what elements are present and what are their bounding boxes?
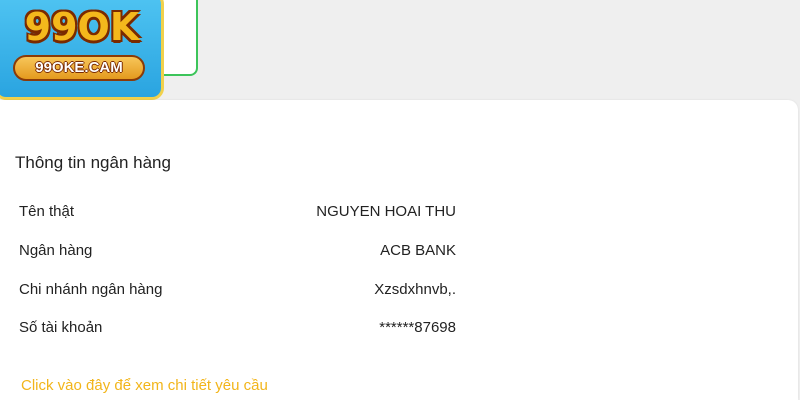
info-label: Ngân hàng (19, 242, 93, 259)
info-row-bank: Ngân hàng ACB BANK (19, 241, 456, 261)
bank-info-card: Thông tin ngân hàng Tên thật NGUYEN HOAI… (0, 100, 798, 400)
brand-logo[interactable]: 99OK 99OKE.CAM (0, 0, 164, 100)
logo-domain: 99OKE.CAM (13, 55, 145, 81)
info-label: Chi nhánh ngân hàng (19, 281, 163, 298)
info-row-account-number: Số tài khoản ******87698 (19, 318, 456, 338)
info-label: Số tài khoản (19, 319, 103, 336)
info-label: Tên thật (19, 203, 75, 220)
info-value: ******87698 (379, 319, 456, 336)
info-value: ACB BANK (380, 242, 456, 259)
view-request-details-link[interactable]: Click vào đây để xem chi tiết yêu cầu (21, 376, 268, 396)
info-value: NGUYEN HOAI THU (316, 203, 456, 220)
section-title: Thông tin ngân hàng (15, 153, 171, 172)
info-value: Xzsdxhnvb,. (374, 281, 456, 298)
logo-text: 99OK (24, 5, 140, 49)
info-row-real-name: Tên thật NGUYEN HOAI THU (19, 202, 456, 222)
info-row-branch: Chi nhánh ngân hàng Xzsdxhnvb,. (19, 280, 456, 300)
